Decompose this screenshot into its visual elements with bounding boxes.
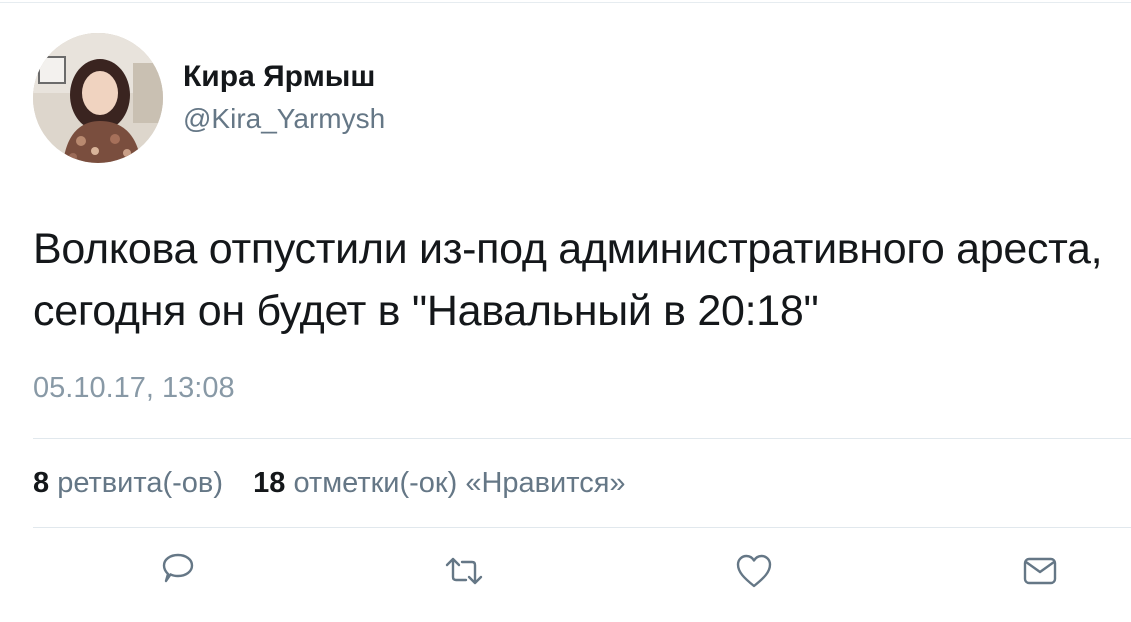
avatar[interactable] xyxy=(33,33,163,163)
tweet-timestamp[interactable]: 05.10.17, 13:08 xyxy=(33,372,235,405)
like-icon xyxy=(736,554,772,588)
retweet-button[interactable] xyxy=(444,551,484,591)
author-handle[interactable]: @Kira_Yarmysh xyxy=(183,103,385,135)
stats-top-divider xyxy=(33,438,1131,439)
avatar-photo xyxy=(33,33,163,163)
likes-count: 18 xyxy=(253,467,286,499)
likes-stat[interactable]: 18 отметки(-ок) «Нравится» xyxy=(253,467,625,499)
tweet-text: Волкова отпустили из-под административно… xyxy=(33,225,1103,335)
stats-bottom-divider xyxy=(33,527,1131,528)
retweets-count: 8 xyxy=(33,467,50,499)
likes-label: отметки(-ок) «Нравится» xyxy=(293,467,626,499)
retweets-stat[interactable]: 8 ретвита(-ов) xyxy=(33,467,231,499)
top-divider xyxy=(0,2,1131,3)
message-icon xyxy=(1023,557,1057,585)
like-button[interactable] xyxy=(734,551,774,591)
tweet-stats: 8 ретвита(-ов) 18 отметки(-ок) «Нравится… xyxy=(33,467,626,500)
retweets-label: ретвита(-ов) xyxy=(57,467,223,499)
reply-button[interactable] xyxy=(158,551,198,591)
message-button[interactable] xyxy=(1020,551,1060,591)
author-name[interactable]: Кира Ярмыш xyxy=(183,60,375,94)
retweet-icon xyxy=(445,557,483,585)
reply-icon xyxy=(162,553,194,583)
